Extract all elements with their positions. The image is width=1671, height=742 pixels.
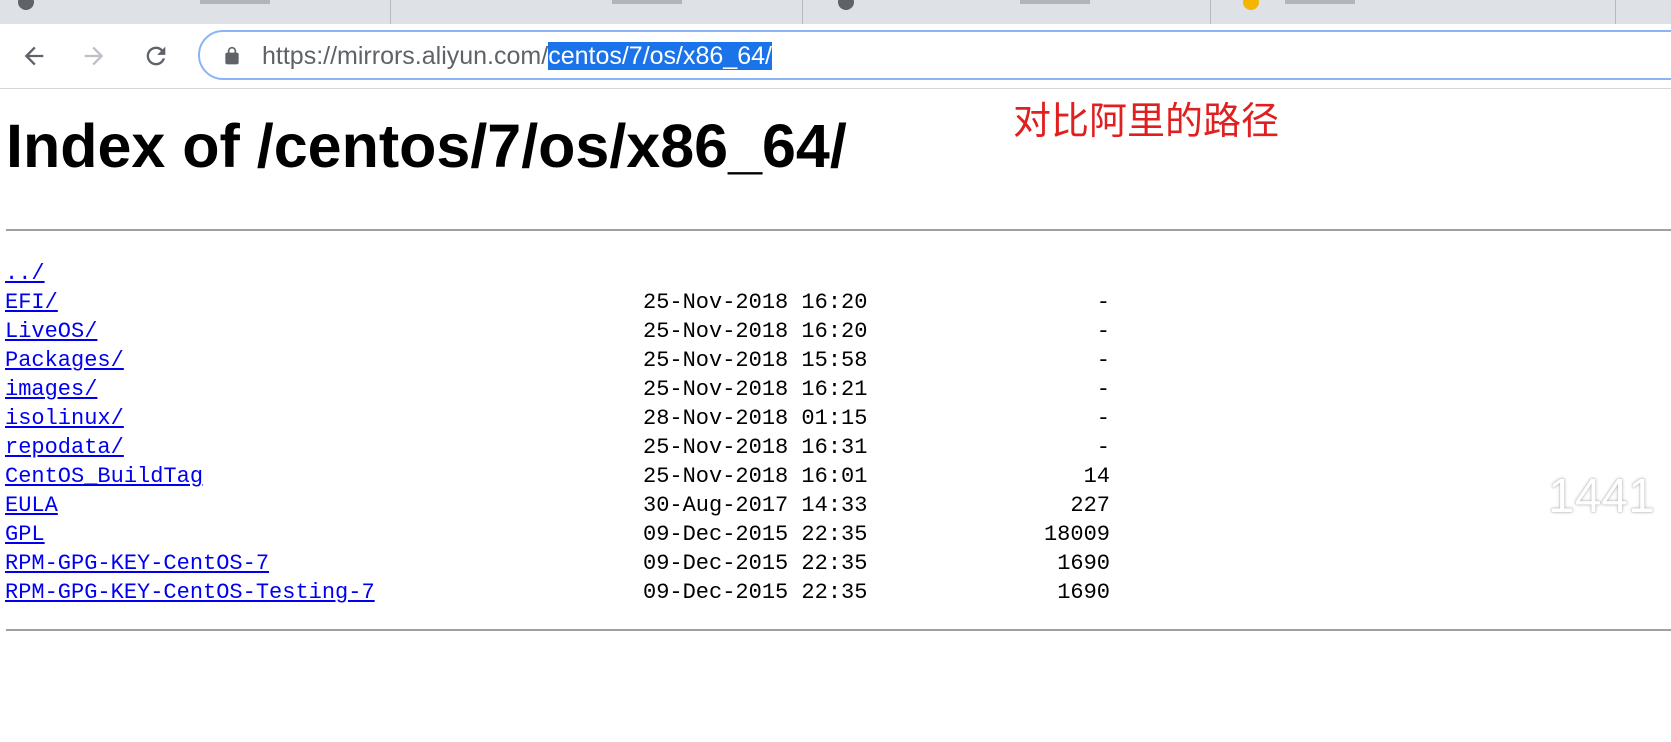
browser-toolbar: https://mirrors.aliyun.com/centos/7/os/x… bbox=[0, 24, 1671, 89]
file-size: - bbox=[1096, 435, 1110, 460]
url-prefix: https://mirrors.aliyun.com/ bbox=[262, 42, 549, 70]
file-link[interactable]: LiveOS/ bbox=[5, 317, 97, 346]
modified-date: 09-Dec-2015 22:35 bbox=[643, 522, 868, 547]
file-link[interactable]: RPM-GPG-KEY-CentOS-7 bbox=[5, 549, 269, 578]
file-size: 18009 bbox=[1043, 522, 1110, 547]
back-button[interactable] bbox=[18, 40, 50, 72]
file-size: 1690 bbox=[1057, 580, 1110, 605]
modified-date: 25-Nov-2018 16:21 bbox=[643, 377, 868, 402]
file-link[interactable]: Packages/ bbox=[5, 346, 124, 375]
file-link[interactable]: CentOS_BuildTag bbox=[5, 462, 203, 491]
forward-button[interactable] bbox=[78, 40, 110, 72]
file-link[interactable]: repodata/ bbox=[5, 433, 124, 462]
tab-title bbox=[1285, 0, 1355, 4]
watermark-number: 1441 bbox=[1548, 470, 1655, 523]
modified-date: 25-Nov-2018 15:58 bbox=[643, 348, 868, 373]
file-link[interactable]: GPL bbox=[5, 520, 45, 549]
modified-date: 28-Nov-2018 01:15 bbox=[643, 406, 868, 431]
page-content: Index of /centos/7/os/x86_64/ 对比阿里的路径 ..… bbox=[0, 89, 1671, 742]
address-bar[interactable]: https://mirrors.aliyun.com/centos/7/os/x… bbox=[198, 30, 1671, 80]
modified-date: 25-Nov-2018 16:31 bbox=[643, 435, 868, 460]
tab-favicon-icon bbox=[18, 0, 34, 10]
back-arrow-icon bbox=[24, 46, 44, 66]
file-size: - bbox=[1096, 319, 1110, 344]
browser-tab[interactable] bbox=[820, 0, 1211, 24]
url-selected-path: centos/7/os/x86_64/ bbox=[548, 42, 772, 70]
tab-title bbox=[612, 0, 682, 4]
browser-tab[interactable] bbox=[412, 0, 803, 24]
file-link[interactable]: RPM-GPG-KEY-CentOS-Testing-7 bbox=[5, 578, 375, 607]
modified-date: 25-Nov-2018 16:20 bbox=[643, 319, 868, 344]
tab-favicon-icon bbox=[838, 0, 854, 10]
file-size: - bbox=[1096, 406, 1110, 431]
forward-arrow-icon bbox=[84, 46, 104, 66]
red-annotation-text: 对比阿里的路径 bbox=[1013, 99, 1280, 143]
reload-icon bbox=[146, 46, 166, 66]
modified-date: 09-Dec-2015 22:35 bbox=[643, 551, 868, 576]
url-text[interactable]: https://mirrors.aliyun.com/centos/7/os/x… bbox=[262, 42, 772, 70]
reload-button[interactable] bbox=[140, 40, 172, 72]
file-link[interactable]: images/ bbox=[5, 375, 97, 404]
tab-title bbox=[1020, 0, 1090, 4]
page-title: Index of /centos/7/os/x86_64/ bbox=[6, 112, 847, 180]
modified-date: 25-Nov-2018 16:01 bbox=[643, 464, 868, 489]
file-size: - bbox=[1096, 290, 1110, 315]
tab-title bbox=[200, 0, 270, 4]
file-size: - bbox=[1096, 348, 1110, 373]
file-size: - bbox=[1096, 377, 1110, 402]
modified-date: 25-Nov-2018 16:20 bbox=[643, 290, 868, 315]
file-link[interactable]: EFI/ bbox=[5, 288, 58, 317]
modified-date: 30-Aug-2017 14:33 bbox=[643, 493, 868, 518]
tab-favicon-icon bbox=[1243, 0, 1259, 10]
modified-date: 09-Dec-2015 22:35 bbox=[643, 580, 868, 605]
browser-tab[interactable] bbox=[1225, 0, 1616, 24]
bottom-divider bbox=[6, 629, 1671, 631]
lock-icon bbox=[225, 46, 239, 65]
top-divider bbox=[6, 229, 1671, 231]
tab-strip bbox=[0, 0, 1671, 24]
file-size: 227 bbox=[1070, 493, 1110, 518]
file-size: 1690 bbox=[1057, 551, 1110, 576]
file-size: 14 bbox=[1083, 464, 1110, 489]
file-link[interactable]: isolinux/ bbox=[5, 404, 124, 433]
browser-tab[interactable] bbox=[0, 0, 391, 24]
file-link[interactable]: ../ bbox=[5, 259, 45, 288]
file-link[interactable]: EULA bbox=[5, 491, 58, 520]
